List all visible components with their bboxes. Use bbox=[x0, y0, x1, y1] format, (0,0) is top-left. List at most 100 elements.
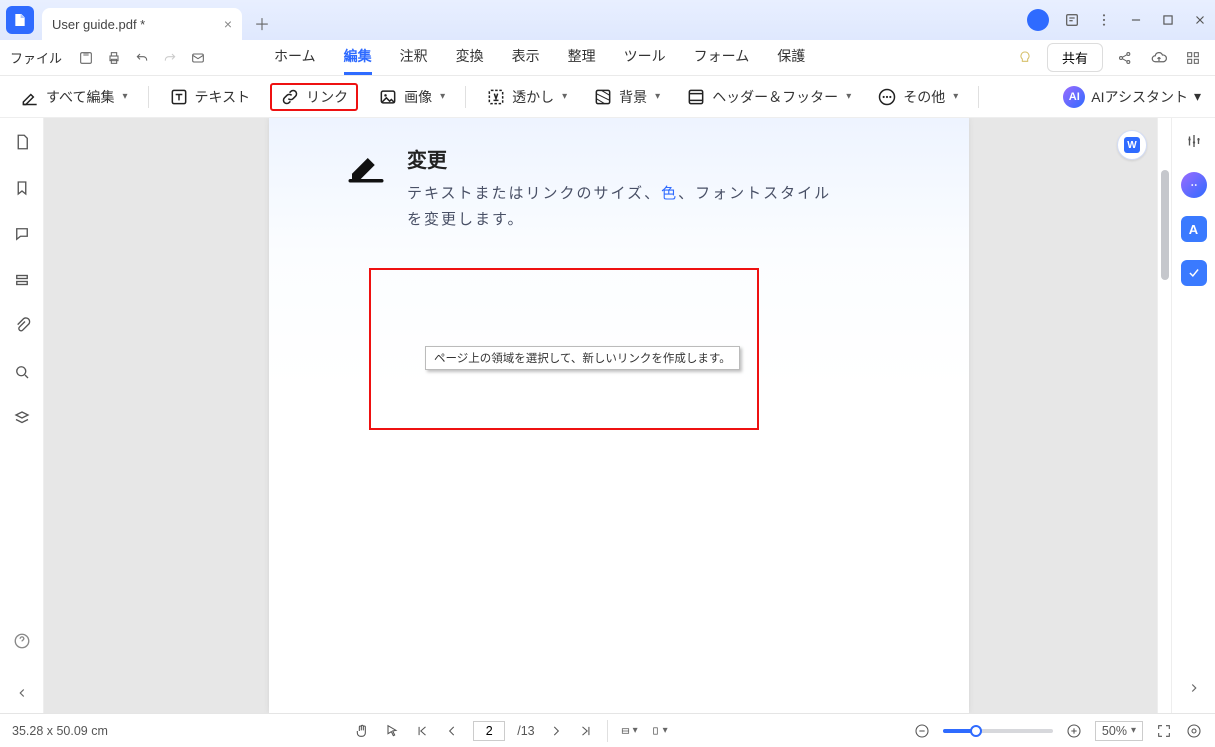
translate-icon[interactable]: A bbox=[1181, 216, 1207, 242]
cursor-position: 35.28 x 50.09 cm bbox=[12, 724, 108, 738]
brand-circle-icon[interactable] bbox=[1027, 9, 1049, 31]
page-input[interactable] bbox=[473, 721, 505, 741]
background-icon bbox=[593, 87, 613, 107]
attachment-icon[interactable] bbox=[12, 316, 32, 336]
ai-badge-icon: AI bbox=[1063, 86, 1085, 108]
watermark-label: 透かし bbox=[512, 87, 554, 107]
redo-icon[interactable] bbox=[158, 46, 182, 70]
page-icon[interactable] bbox=[12, 132, 32, 152]
edit-all-label: すべて編集 bbox=[46, 87, 114, 107]
last-page-icon[interactable] bbox=[577, 722, 595, 740]
close-window-icon[interactable] bbox=[1191, 11, 1209, 29]
image-tool[interactable]: 画像▾ bbox=[372, 83, 451, 111]
tab-home[interactable]: ホーム bbox=[274, 40, 316, 75]
layers-icon[interactable] bbox=[12, 408, 32, 428]
tab-protect[interactable]: 保護 bbox=[777, 40, 805, 75]
header-footer-tool[interactable]: ヘッダー＆フッター▾ bbox=[680, 83, 857, 111]
single-page-icon[interactable]: ▾ bbox=[650, 722, 668, 740]
read-mode-icon[interactable] bbox=[1185, 722, 1203, 740]
header-footer-icon bbox=[686, 87, 706, 107]
background-tool[interactable]: 背景▾ bbox=[587, 83, 666, 111]
ribbon: すべて編集▾ テキスト リンク 画像▾ 透かし▾ 背景▾ ヘッダー＆フッター▾ … bbox=[0, 76, 1215, 118]
divider bbox=[148, 86, 149, 108]
menubar: ファイル ホーム 編集 注釈 変換 表示 整理 ツール フォーム 保護 共有 bbox=[0, 40, 1215, 76]
right-rail: A bbox=[1171, 118, 1215, 713]
ai-chat-icon[interactable] bbox=[1181, 172, 1207, 198]
link-tool[interactable]: リンク bbox=[270, 83, 358, 111]
properties-icon[interactable] bbox=[1181, 128, 1207, 154]
comment-icon[interactable] bbox=[12, 224, 32, 244]
tab-tools[interactable]: ツール bbox=[624, 40, 666, 75]
zoom-out-icon[interactable] bbox=[913, 722, 931, 740]
print-icon[interactable] bbox=[102, 46, 126, 70]
search-icon[interactable] bbox=[12, 362, 32, 382]
export-word-badge[interactable]: W bbox=[1117, 130, 1147, 160]
watermark-tool[interactable]: 透かし▾ bbox=[480, 83, 573, 111]
apps-icon[interactable] bbox=[1181, 46, 1205, 70]
new-tab-button[interactable]: ＋ bbox=[248, 9, 276, 37]
tab-edit[interactable]: 編集 bbox=[344, 40, 372, 75]
document-viewport[interactable]: W 変更 テキストまたはリンクのサイズ、色、フォントスタイルを変更します。 bbox=[44, 118, 1157, 713]
file-menu[interactable]: ファイル bbox=[10, 48, 62, 67]
ai-assistant-button[interactable]: AI AIアシスタント▾ bbox=[1063, 86, 1201, 108]
first-page-icon[interactable] bbox=[413, 722, 431, 740]
next-page-icon[interactable] bbox=[547, 722, 565, 740]
undo-icon[interactable] bbox=[130, 46, 154, 70]
check-icon[interactable] bbox=[1181, 260, 1207, 286]
fit-width-icon[interactable]: ▾ bbox=[620, 722, 638, 740]
page-total: /13 bbox=[517, 724, 534, 738]
prev-page-icon[interactable] bbox=[443, 722, 461, 740]
divider bbox=[465, 86, 466, 108]
share-link-icon[interactable] bbox=[1113, 46, 1137, 70]
email-icon[interactable] bbox=[186, 46, 210, 70]
scroll-thumb[interactable] bbox=[1161, 170, 1169, 280]
more-circle-icon bbox=[877, 87, 897, 107]
tab-title: User guide.pdf * bbox=[52, 17, 145, 32]
tab-view[interactable]: 表示 bbox=[512, 40, 540, 75]
share-button[interactable]: 共有 bbox=[1047, 43, 1103, 72]
more-icon[interactable] bbox=[1095, 11, 1113, 29]
divider bbox=[978, 86, 979, 108]
notes-icon[interactable] bbox=[1063, 11, 1081, 29]
document-tab[interactable]: User guide.pdf * × bbox=[42, 8, 242, 40]
pen-underline-icon bbox=[20, 87, 40, 107]
titlebar: User guide.pdf * × ＋ bbox=[0, 0, 1215, 40]
bookmark-icon[interactable] bbox=[12, 178, 32, 198]
hand-tool-icon[interactable] bbox=[353, 722, 371, 740]
tab-comment[interactable]: 注釈 bbox=[400, 40, 428, 75]
doc-subtext: テキストまたはリンクのサイズ、色、フォントスタイルを変更します。 bbox=[407, 181, 847, 232]
tab-organize[interactable]: 整理 bbox=[568, 40, 596, 75]
cloud-upload-icon[interactable] bbox=[1147, 46, 1171, 70]
tab-form[interactable]: フォーム bbox=[694, 40, 750, 75]
other-label: その他 bbox=[903, 87, 945, 107]
save-icon[interactable] bbox=[74, 46, 98, 70]
maximize-icon[interactable] bbox=[1159, 11, 1177, 29]
text-label: テキスト bbox=[195, 87, 251, 107]
zoom-in-icon[interactable] bbox=[1065, 722, 1083, 740]
ai-label: AIアシスタント bbox=[1091, 87, 1188, 107]
close-tab-icon[interactable]: × bbox=[224, 16, 232, 32]
watermark-icon bbox=[486, 87, 506, 107]
app-logo bbox=[6, 6, 34, 34]
zoom-value[interactable]: 50%▾ bbox=[1095, 721, 1143, 741]
tab-convert[interactable]: 変換 bbox=[456, 40, 484, 75]
background-label: 背景 bbox=[619, 87, 647, 107]
help-icon[interactable] bbox=[12, 631, 32, 651]
header-footer-label: ヘッダー＆フッター bbox=[712, 87, 838, 107]
select-tool-icon[interactable] bbox=[383, 722, 401, 740]
link-tooltip: ページ上の領域を選択して、新しいリンクを作成します。 bbox=[425, 346, 740, 370]
minimize-icon[interactable] bbox=[1127, 11, 1145, 29]
lightbulb-icon[interactable] bbox=[1013, 46, 1037, 70]
fields-icon[interactable] bbox=[12, 270, 32, 290]
edit-all-tool[interactable]: すべて編集▾ bbox=[14, 83, 134, 111]
main-area: W 変更 テキストまたはリンクのサイズ、色、フォントスタイルを変更します。 bbox=[0, 118, 1215, 713]
collapse-right-icon[interactable] bbox=[1181, 675, 1207, 701]
link-icon bbox=[280, 87, 300, 107]
fullscreen-icon[interactable] bbox=[1155, 722, 1173, 740]
text-tool[interactable]: テキスト bbox=[163, 83, 257, 111]
zoom-slider[interactable] bbox=[943, 729, 1053, 733]
collapse-left-icon[interactable] bbox=[12, 683, 32, 703]
vertical-scrollbar[interactable] bbox=[1157, 118, 1171, 713]
page-canvas: 変更 テキストまたはリンクのサイズ、色、フォントスタイルを変更します。 ページ上… bbox=[269, 118, 969, 713]
other-tool[interactable]: その他▾ bbox=[871, 83, 964, 111]
